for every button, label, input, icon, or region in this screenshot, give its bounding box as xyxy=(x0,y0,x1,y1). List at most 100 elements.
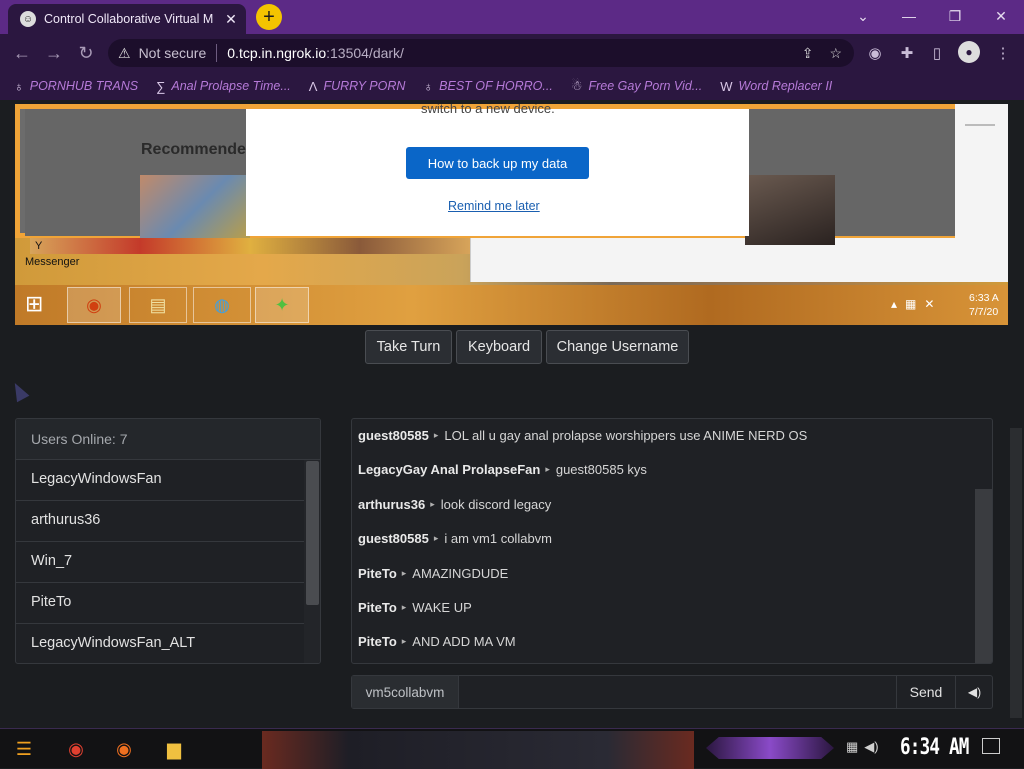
vm-desktop-icon-label: Y xyxy=(35,240,43,252)
vm-start-windows-icon[interactable]: ⊞ xyxy=(25,291,43,317)
vm-backup-dialog: switch to a new device. How to back up m… xyxy=(246,104,749,236)
tab-title: Control Collaborative Virtual M xyxy=(44,12,214,26)
dialog-text: switch to a new device. xyxy=(421,104,555,116)
extensions-puzzle-icon[interactable]: ✚ xyxy=(896,42,918,64)
vm-ie-icon[interactable]: ◍ xyxy=(193,287,251,323)
vm-tray-arrow-icon[interactable]: ▴ xyxy=(891,297,897,311)
word-replacer-icon: W xyxy=(720,78,733,94)
sigma-icon: ∑ xyxy=(156,78,166,94)
chat-text: LOL all u gay anal prolapse worshippers … xyxy=(444,428,808,443)
chat-username[interactable]: arthurus36 xyxy=(358,497,425,512)
chat-panel: guest80585 ▸ LOL all u gay anal prolapse w… xyxy=(351,418,993,664)
reload-button[interactable]: ↻ xyxy=(74,41,98,65)
chat-message: guest80585 ▸ LOL all u gay anal prolapse w… xyxy=(358,428,968,443)
vm-window-frame: Recommende switch to a new device. How t… xyxy=(15,104,955,245)
bookmark-item[interactable]: W Word Replacer II xyxy=(720,79,832,94)
user-list-item[interactable]: arthurus36 xyxy=(16,501,304,542)
start-button-icon[interactable]: ☰ xyxy=(10,735,38,763)
menu-kebab-icon[interactable]: ⋮ xyxy=(992,42,1014,64)
address-bar[interactable]: ⚠ Not secure 0.tcp.in.ngrok.io :13504/da… xyxy=(108,39,854,67)
vm-volume-muted-icon[interactable]: ✕ xyxy=(924,297,934,311)
users-online-panel: Users Online: 7 LegacyWindowsFan arthuru… xyxy=(15,418,321,664)
bookmark-label: Anal Prolapse Time... xyxy=(171,79,291,93)
chrome-icon[interactable]: ◉ xyxy=(62,735,90,763)
browser-tab[interactable]: ☺ Control Collaborative Virtual M ✕ xyxy=(8,4,246,34)
chat-username[interactable]: PiteTo xyxy=(358,566,397,581)
notification-icon[interactable] xyxy=(982,738,1000,754)
share-icon[interactable]: ⇪ xyxy=(802,45,814,62)
bookmark-item[interactable]: Λ FURRY PORN xyxy=(309,79,406,94)
bookmark-item[interactable]: ♁ BEST OF HORRO... xyxy=(423,79,552,94)
warning-triangle-icon[interactable]: ⚠ xyxy=(118,45,131,62)
tab-close-icon[interactable]: ✕ xyxy=(222,11,240,28)
change-username-button[interactable]: Change Username xyxy=(546,330,689,364)
speaker-icon[interactable]: ◀) xyxy=(955,676,993,708)
network-icon[interactable]: ▦ xyxy=(846,739,858,755)
back-button[interactable]: ← xyxy=(10,41,34,65)
page-scrollbar-thumb[interactable] xyxy=(1010,428,1022,718)
url-host: 0.tcp.in.ngrok.io xyxy=(227,45,327,61)
host-clock[interactable]: 6:34 AM xyxy=(900,735,969,760)
close-window-button[interactable]: ✕ xyxy=(986,5,1016,27)
new-tab-button[interactable]: + xyxy=(256,4,282,30)
mouse-cursor-icon xyxy=(8,379,30,403)
users-online-header: Users Online: 7 xyxy=(16,419,320,460)
vm-messenger-icon[interactable]: ✦ xyxy=(255,287,309,323)
chat-message: LegacyGay Anal ProlapseFan ▸ guest80585 ky… xyxy=(358,462,968,477)
send-button[interactable]: Send xyxy=(896,676,955,708)
bookmark-item[interactable]: ∑ Anal Prolapse Time... xyxy=(156,79,291,94)
profile-extension-icon[interactable]: ◉ xyxy=(864,42,886,64)
user-list-item[interactable]: LegacyWindowsFan_ALT xyxy=(16,624,304,663)
vm-desktop-strip xyxy=(30,238,470,254)
security-label[interactable]: Not secure xyxy=(139,45,207,61)
bookmark-item[interactable]: ♁ PORNHUB TRANS xyxy=(14,79,138,94)
vm-window-content: Recommende switch to a new device. How t… xyxy=(25,104,955,245)
chat-username[interactable]: LegacyGay Anal ProlapseFan xyxy=(358,462,540,477)
user-list-item[interactable]: Win_7 xyxy=(16,542,304,583)
minimize-button[interactable]: — xyxy=(894,5,924,27)
take-turn-button[interactable]: Take Turn xyxy=(365,330,452,364)
vm-clock[interactable]: 6:33 A 7/7/20 xyxy=(969,291,999,319)
forward-button[interactable]: → xyxy=(42,41,66,65)
keyboard-button[interactable]: Keyboard xyxy=(456,330,542,364)
bookmark-label: BEST OF HORRO... xyxy=(439,79,553,93)
chat-username[interactable]: guest80585 xyxy=(358,531,429,546)
vm-system-tray: ▴ ▦ ✕ xyxy=(891,297,934,311)
chat-username-label: vm5collabvm xyxy=(352,676,459,708)
backup-data-button[interactable]: How to back up my data xyxy=(406,147,589,179)
chat-scrollbar[interactable] xyxy=(975,489,992,663)
users-scrollbar-thumb[interactable] xyxy=(306,461,319,605)
profile-avatar-icon[interactable]: ● xyxy=(958,41,980,63)
chat-text: AND ADD MA VM xyxy=(412,634,516,649)
chat-arrow-icon: ▸ xyxy=(401,568,407,578)
user-list-item[interactable]: PiteTo xyxy=(16,583,304,624)
tab-search-chevron-icon[interactable]: ⌄ xyxy=(848,5,878,27)
chat-text: AMAZINGDUDE xyxy=(412,566,509,581)
chat-arrow-icon: ▸ xyxy=(433,430,439,440)
vm-messenger-label[interactable]: Messenger xyxy=(25,256,79,268)
bookmark-label: PORNHUB TRANS xyxy=(29,79,139,93)
chat-username[interactable]: PiteTo xyxy=(358,634,397,649)
restore-button[interactable]: ❐ xyxy=(940,5,970,27)
bookmark-star-icon[interactable]: ☆ xyxy=(829,45,842,62)
remind-later-link[interactable]: Remind me later xyxy=(448,199,540,213)
user-list-item[interactable]: LegacyWindowsFan xyxy=(16,460,304,501)
chat-username[interactable]: guest80585 xyxy=(358,428,429,443)
chat-message: arthurus36 ▸ look discord legacy xyxy=(358,497,968,512)
firefox-icon[interactable]: ◉ xyxy=(110,735,138,763)
chat-text: look discord legacy xyxy=(440,497,552,512)
volume-icon[interactable]: ◀) xyxy=(864,739,878,755)
side-panel-icon[interactable]: ▯ xyxy=(926,42,948,64)
vm-explorer-folder-icon[interactable]: ▤ xyxy=(129,287,187,323)
chat-message-input[interactable] xyxy=(459,676,896,708)
chat-arrow-icon: ▸ xyxy=(430,499,435,509)
file-explorer-icon[interactable]: ▆ xyxy=(160,735,188,763)
bookmark-item[interactable]: ☃ Free Gay Porn Vid... xyxy=(571,78,702,94)
chat-username[interactable]: PiteTo xyxy=(358,600,397,615)
bookmark-label: Word Replacer II xyxy=(738,79,833,93)
vm-network-icon[interactable]: ▦ xyxy=(905,297,916,311)
vm-firefox-icon[interactable]: ◉ xyxy=(67,287,121,323)
chat-text: guest80585 kys xyxy=(555,462,647,477)
vm-display[interactable]: Recommende switch to a new device. How t… xyxy=(15,104,1008,325)
chat-arrow-icon: ▸ xyxy=(545,464,550,474)
